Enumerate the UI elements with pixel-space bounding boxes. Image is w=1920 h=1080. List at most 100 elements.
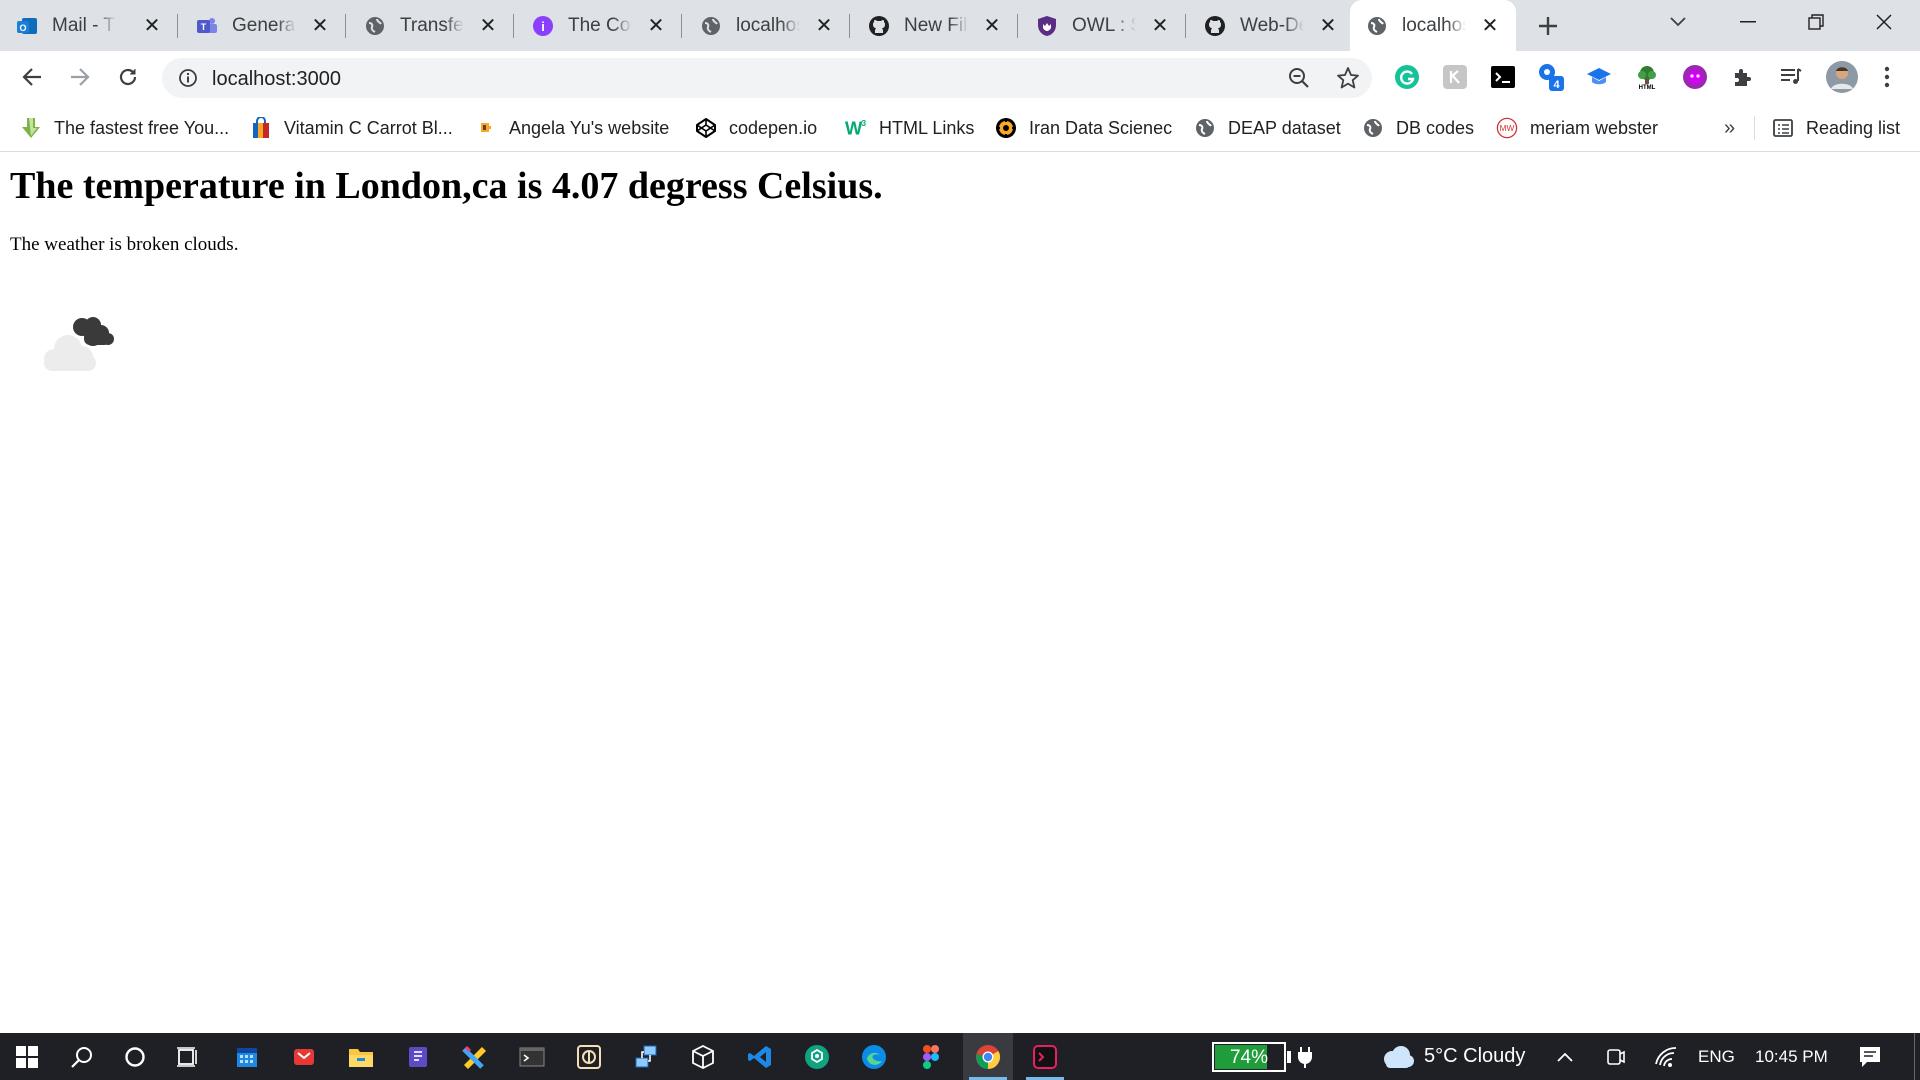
vscode-icon[interactable] [735, 1033, 785, 1080]
app-purple-icon[interactable] [393, 1033, 443, 1080]
bookmark-deap-dataset[interactable]: DEAP dataset [1194, 114, 1341, 142]
translate-extension-icon[interactable]: 4 [1536, 62, 1566, 92]
snip-sketch-icon[interactable] [450, 1033, 500, 1080]
close-window-button[interactable] [1854, 0, 1914, 44]
network-app-icon[interactable] [621, 1033, 671, 1080]
terminal-pink-icon[interactable] [1020, 1033, 1070, 1080]
weather-description: The weather is broken clouds. [10, 234, 239, 255]
file-explorer-icon[interactable] [336, 1033, 386, 1080]
graduation-cap-icon[interactable] [1584, 62, 1614, 92]
url-text[interactable]: localhost:3000 [212, 68, 341, 91]
tab-separator [345, 14, 346, 38]
clock[interactable]: 10:45 PM [1755, 1033, 1828, 1080]
weather-widget[interactable]: 5°C Cloudy [1380, 1033, 1525, 1080]
figma-icon[interactable] [906, 1033, 956, 1080]
close-icon[interactable]: ✕ [1316, 13, 1340, 37]
tab-title: Web-Dev [1240, 14, 1304, 36]
bookmark-angela-yu[interactable]: Angela Yu's website [475, 114, 669, 142]
svg-text:W: W [845, 117, 863, 138]
arrow-left-icon [22, 68, 41, 86]
back-button[interactable] [14, 59, 50, 95]
tab-owl[interactable]: OWL : SE ✕ [1020, 0, 1186, 51]
close-icon[interactable]: ✕ [812, 13, 836, 37]
search-icon[interactable] [57, 1033, 107, 1080]
extension-gray-icon[interactable] [1440, 62, 1470, 92]
bookmark-db-codes[interactable]: DB codes [1362, 114, 1474, 142]
puzzle-icon[interactable] [1728, 62, 1758, 92]
media-queue-icon[interactable] [1776, 62, 1806, 92]
terminal-app-icon[interactable] [507, 1033, 557, 1080]
bookmark-meriam-webster[interactable]: MW meriam webster [1496, 114, 1658, 142]
close-icon[interactable]: ✕ [1148, 13, 1172, 37]
taskbar: 74% 5°C Cloudy ENG 10:45 PM [0, 1033, 1920, 1080]
edge-icon[interactable] [849, 1033, 899, 1080]
arrow-right-icon [71, 68, 90, 86]
reload-icon [119, 68, 137, 86]
tab-localhost-active[interactable]: localhost ✕ [1350, 0, 1516, 51]
close-icon[interactable]: ✕ [140, 13, 164, 37]
svg-text:3: 3 [862, 119, 867, 128]
close-icon[interactable]: ✕ [980, 13, 1004, 37]
bookmark-vitamin-c[interactable]: Vitamin C Carrot Bl... [250, 114, 453, 142]
forward-button[interactable] [62, 59, 98, 95]
red-app-icon[interactable] [279, 1033, 329, 1080]
close-icon[interactable]: ✕ [476, 13, 500, 37]
info-icon[interactable] [178, 68, 198, 93]
plug-icon[interactable] [1296, 1033, 1314, 1080]
tab-separator [513, 14, 514, 38]
more-vertical-icon[interactable] [1872, 62, 1902, 92]
html-tree-icon[interactable]: HTML [1632, 62, 1662, 92]
purple-extension-icon[interactable] [1680, 62, 1710, 92]
meet-now-icon[interactable] [1606, 1033, 1626, 1080]
bookmark-fastest-free[interactable]: The fastest free You... [20, 114, 229, 142]
tab-new-file[interactable]: New File ✕ [852, 0, 1018, 51]
star-icon[interactable] [1336, 66, 1360, 95]
tab-web-dev[interactable]: Web-Dev ✕ [1188, 0, 1354, 51]
battery-percentage: 74% [1229, 1046, 1269, 1068]
bookmarks-divider [1754, 116, 1755, 140]
language-indicator[interactable]: ENG [1698, 1033, 1735, 1080]
shopping-bag-icon [250, 117, 272, 139]
tab-teams[interactable]: T General ( ✕ [180, 0, 346, 51]
tab-transfer[interactable]: Transfer I ✕ [348, 0, 514, 51]
close-icon[interactable]: ✕ [308, 13, 332, 37]
notification-icon[interactable] [1858, 1033, 1882, 1080]
temperature-heading: The temperature in London,ca is 4.07 deg… [10, 165, 883, 207]
bookmark-html-links[interactable]: W3 HTML Links [845, 114, 974, 142]
address-bar[interactable]: localhost:3000 [162, 58, 1372, 98]
3d-cube-icon[interactable] [678, 1033, 728, 1080]
close-icon[interactable]: ✕ [644, 13, 668, 37]
battery-indicator[interactable]: 74% [1212, 1033, 1291, 1080]
tab-search-button[interactable] [1648, 0, 1708, 44]
reload-button[interactable] [110, 59, 146, 95]
avatar[interactable] [1824, 59, 1860, 95]
broken-clouds-icon [24, 297, 120, 393]
bookmark-codepen[interactable]: codepen.io [695, 114, 817, 142]
show-desktop-button[interactable] [1914, 1033, 1915, 1080]
zoom-icon[interactable] [1288, 67, 1310, 94]
wifi-icon[interactable] [1654, 1033, 1678, 1080]
task-view-icon[interactable] [163, 1033, 213, 1080]
chevron-up-icon[interactable] [1556, 1033, 1574, 1080]
restore-button[interactable] [1786, 0, 1846, 44]
bookmarks-overflow-button[interactable]: » [1724, 114, 1735, 142]
w3schools-icon: W3 [845, 117, 867, 139]
bookmark-iran-data[interactable]: Iran Data Scienec [995, 114, 1172, 142]
new-tab-button[interactable] [1530, 8, 1566, 44]
cursor-editor-icon[interactable] [564, 1033, 614, 1080]
reading-list-button[interactable]: Reading list [1772, 114, 1900, 142]
tab-the-com[interactable]: i The Com ✕ [516, 0, 682, 51]
globe-icon [700, 15, 722, 37]
tab-mail[interactable]: O Mail - Tir ✕ [0, 0, 178, 51]
chatgpt-icon[interactable] [792, 1033, 842, 1080]
calendar-app-icon[interactable] [222, 1033, 272, 1080]
windows-start-icon[interactable] [2, 1033, 52, 1080]
cortana-icon[interactable] [110, 1033, 160, 1080]
minimize-button[interactable] [1718, 0, 1778, 44]
close-icon[interactable]: ✕ [1478, 13, 1502, 37]
tab-localhost-1[interactable]: localhost ✕ [684, 0, 850, 51]
svg-text:T: T [201, 22, 207, 32]
terminal-icon[interactable] [1488, 62, 1518, 92]
grammarly-icon[interactable] [1392, 62, 1422, 92]
chrome-taskbar-icon[interactable] [963, 1033, 1013, 1080]
